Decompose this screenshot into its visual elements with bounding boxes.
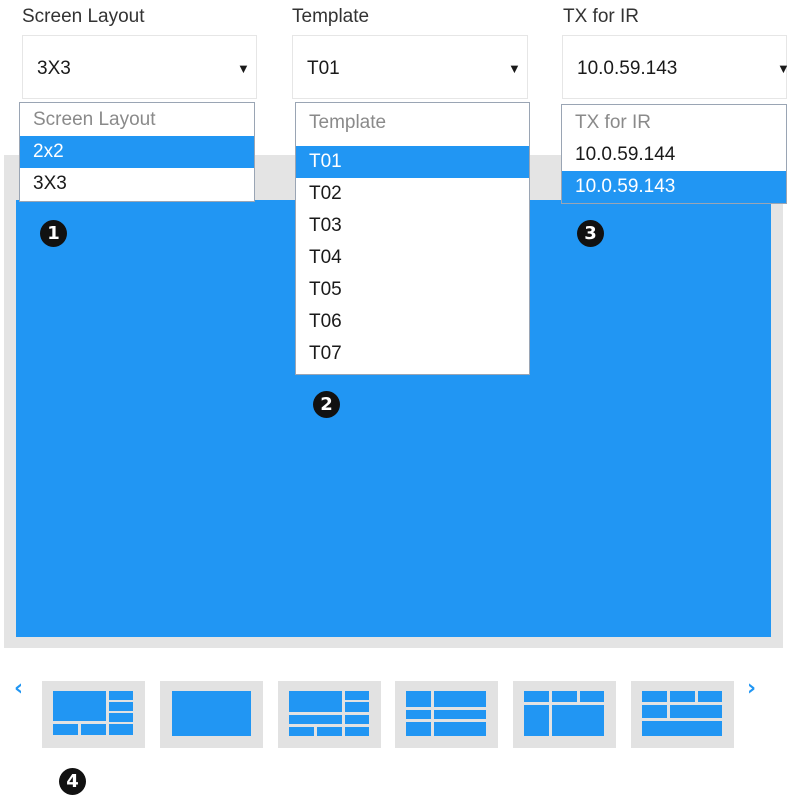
layout-grid-icon bbox=[524, 691, 604, 736]
dropdown-option[interactable]: T02 bbox=[296, 178, 529, 210]
chevron-right-icon[interactable]: › bbox=[747, 676, 756, 701]
caret-down-icon: ▼ bbox=[508, 61, 521, 76]
callout-badge-1: 1 bbox=[40, 220, 67, 247]
layout-thumbnail[interactable] bbox=[278, 681, 381, 748]
dropdown-option[interactable]: 3X3 bbox=[20, 168, 254, 200]
layout-thumbnail[interactable] bbox=[513, 681, 616, 748]
callout-badge-3: 3 bbox=[577, 220, 604, 247]
tx-for-ir-label: TX for IR bbox=[563, 6, 640, 27]
dropdown-option[interactable]: T06 bbox=[296, 306, 529, 338]
layout-grid-icon bbox=[53, 691, 133, 735]
dropdown-option[interactable]: T01 bbox=[296, 146, 529, 178]
layout-thumbnail[interactable] bbox=[631, 681, 734, 748]
tx-for-ir-value: 10.0.59.143 bbox=[577, 58, 678, 79]
dropdown-option[interactable]: TX for IR bbox=[562, 105, 786, 139]
screen-layout-select[interactable]: 3X3 ▼ bbox=[22, 35, 257, 99]
layout-grid-icon bbox=[642, 691, 722, 736]
screen-layout-label: Screen Layout bbox=[22, 6, 145, 27]
screen-layout-dropdown: Screen Layout 2x2 3X3 bbox=[19, 102, 255, 202]
layout-thumbnail[interactable] bbox=[160, 681, 263, 748]
callout-badge-4: 4 bbox=[59, 768, 86, 795]
template-label: Template bbox=[292, 6, 370, 27]
callout-badge-2: 2 bbox=[313, 391, 340, 418]
layout-grid-icon bbox=[406, 691, 486, 736]
dropdown-option[interactable]: 2x2 bbox=[20, 136, 254, 168]
dropdown-option[interactable]: T07 bbox=[296, 338, 529, 370]
template-dropdown: Template T01 T02 T03 T04 T05 T06 T07 bbox=[295, 102, 530, 375]
template-select[interactable]: T01 ▼ bbox=[292, 35, 528, 99]
tx-for-ir-select[interactable]: 10.0.59.143 ▼ bbox=[562, 35, 787, 99]
layout-thumbnail[interactable] bbox=[395, 681, 498, 748]
dropdown-option[interactable]: T05 bbox=[296, 274, 529, 306]
dropdown-option[interactable]: 10.0.59.144 bbox=[562, 139, 786, 171]
chevron-left-icon[interactable]: ‹ bbox=[14, 676, 23, 701]
dropdown-option[interactable]: Template bbox=[296, 103, 529, 146]
dropdown-option[interactable]: 10.0.59.143 bbox=[562, 171, 786, 203]
layout-single-icon bbox=[172, 691, 251, 736]
template-value: T01 bbox=[307, 58, 340, 79]
layout-thumbnail[interactable] bbox=[42, 681, 145, 748]
dropdown-option[interactable]: T04 bbox=[296, 242, 529, 274]
tx-for-ir-dropdown: TX for IR 10.0.59.144 10.0.59.143 bbox=[561, 104, 787, 204]
screen-layout-value: 3X3 bbox=[37, 58, 71, 79]
dropdown-option[interactable]: T03 bbox=[296, 210, 529, 242]
caret-down-icon: ▼ bbox=[237, 61, 250, 76]
layout-grid-icon bbox=[289, 691, 369, 736]
dropdown-option[interactable]: Screen Layout bbox=[20, 104, 254, 136]
caret-down-icon: ▼ bbox=[777, 61, 787, 76]
